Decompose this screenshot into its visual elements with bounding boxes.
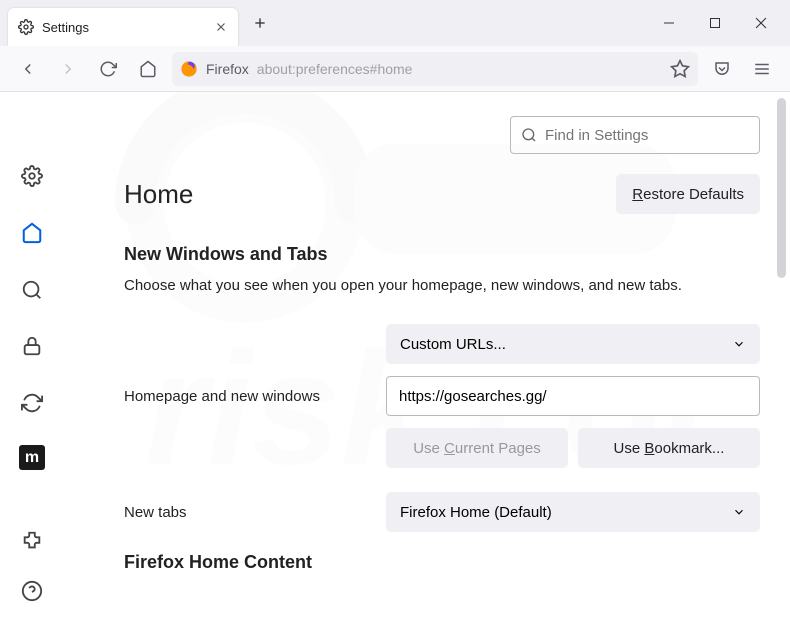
content-area: m Home RRestore Defaultsestore Defaults …	[0, 92, 790, 626]
sidebar-help[interactable]	[17, 576, 47, 606]
sidebar-mozilla[interactable]: m	[19, 445, 45, 470]
search-input[interactable]	[545, 127, 749, 144]
chevron-down-icon	[732, 505, 746, 519]
sidebar-sync[interactable]	[17, 389, 47, 418]
section-new-windows-tabs: New Windows and Tabs Choose what you see…	[124, 244, 760, 532]
homepage-input[interactable]	[386, 376, 760, 416]
minimize-button[interactable]	[646, 3, 692, 43]
bookmark-icon[interactable]	[670, 59, 690, 79]
url-bar[interactable]: Firefox about:preferences#home	[172, 52, 698, 86]
search-box[interactable]	[510, 116, 760, 154]
window-controls	[646, 3, 790, 43]
restore-defaults-button[interactable]: RRestore Defaultsestore Defaults	[616, 174, 760, 214]
url-text: about:preferences#home	[257, 61, 662, 77]
close-window-button[interactable]	[738, 3, 784, 43]
close-tab-icon[interactable]	[214, 20, 228, 34]
homepage-select-value: Custom URLs...	[400, 336, 506, 353]
tab-title: Settings	[42, 20, 214, 35]
scrollbar[interactable]	[777, 98, 786, 278]
newtabs-label: New tabs	[124, 504, 386, 521]
use-bookmark-button[interactable]: Use Bookmark...	[578, 428, 760, 468]
section-heading: New Windows and Tabs	[124, 244, 760, 265]
sidebar-search[interactable]	[17, 275, 47, 304]
newtabs-select-value: Firefox Home (Default)	[400, 504, 552, 521]
pocket-button[interactable]	[706, 53, 738, 85]
gear-icon	[18, 19, 34, 35]
section2-heading: Firefox Home Content	[124, 552, 760, 573]
sidebar-privacy[interactable]	[17, 332, 47, 361]
search-icon	[521, 127, 537, 143]
back-button[interactable]	[12, 53, 44, 85]
page-title: Home	[124, 179, 193, 210]
section-firefox-home-content: Firefox Home Content	[124, 552, 760, 573]
chevron-down-icon	[732, 337, 746, 351]
forward-button	[52, 53, 84, 85]
homepage-label: Homepage and new windows	[124, 388, 386, 405]
firefox-icon	[180, 60, 198, 78]
section-desc: Choose what you see when you open your h…	[124, 275, 760, 296]
maximize-button[interactable]	[692, 3, 738, 43]
sidebar-extensions[interactable]	[17, 526, 47, 556]
home-button[interactable]	[132, 53, 164, 85]
browser-tab[interactable]: Settings	[8, 8, 238, 46]
sidebar: m	[0, 92, 64, 626]
sidebar-general[interactable]	[17, 162, 47, 191]
newtabs-select[interactable]: Firefox Home (Default)	[386, 492, 760, 532]
new-tab-button[interactable]	[246, 9, 274, 37]
titlebar: Settings	[0, 0, 790, 46]
use-current-pages-button[interactable]: Use Current Pages	[386, 428, 568, 468]
menu-button[interactable]	[746, 53, 778, 85]
homepage-select[interactable]: Custom URLs...	[386, 324, 760, 364]
url-label: Firefox	[206, 61, 249, 77]
main-panel: Home RRestore Defaultsestore Defaults Ne…	[64, 92, 790, 626]
reload-button[interactable]	[92, 53, 124, 85]
sidebar-home[interactable]	[17, 219, 47, 248]
toolbar: Firefox about:preferences#home	[0, 46, 790, 92]
